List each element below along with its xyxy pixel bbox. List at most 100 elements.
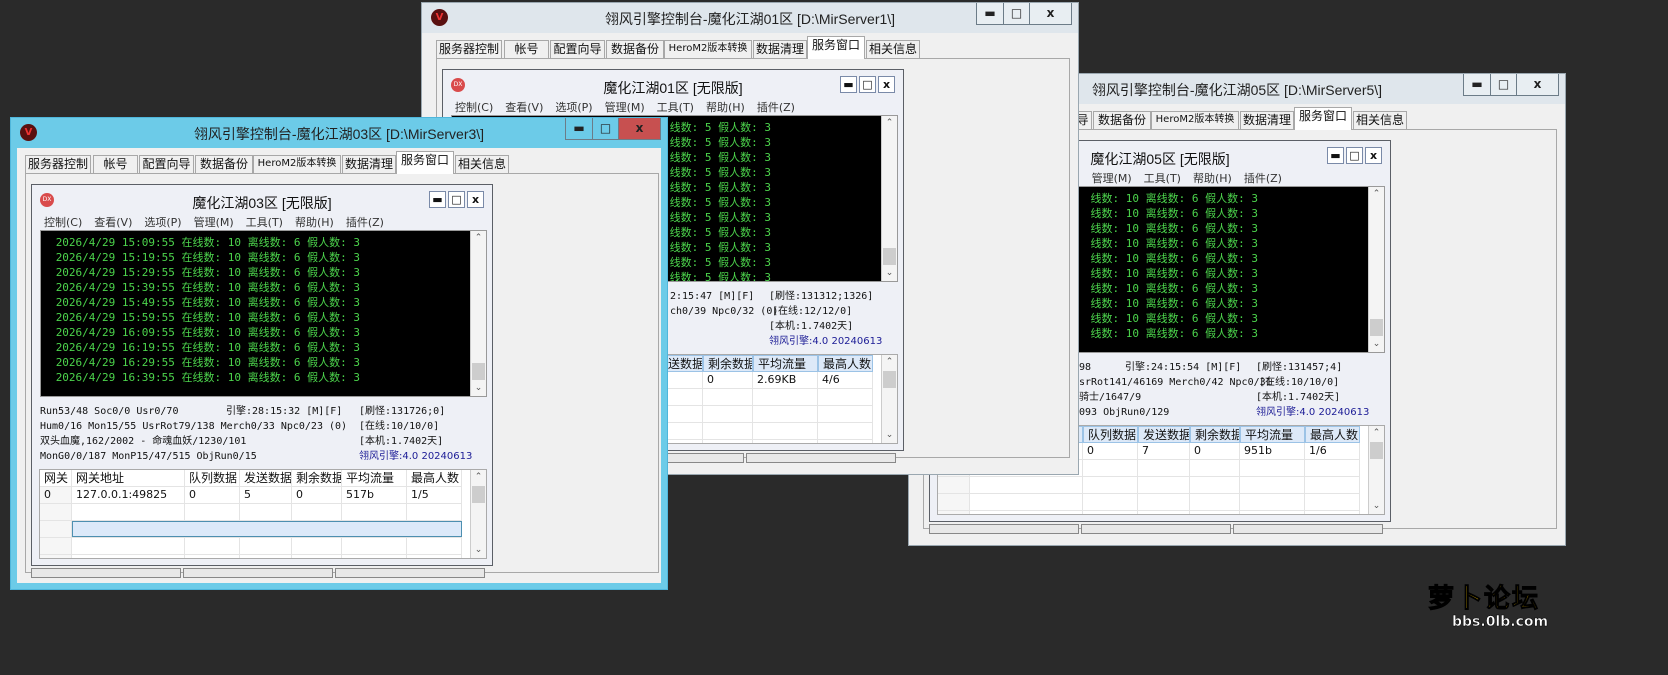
minimized-window[interactable] xyxy=(1081,524,1231,534)
service-maximize-button[interactable]: □ xyxy=(859,76,876,93)
log-scrollbar[interactable]: ⌃ ⌄ xyxy=(1368,187,1384,352)
table-row-cell[interactable]: 2.69KB xyxy=(753,372,818,389)
scroll-thumb[interactable] xyxy=(472,363,485,380)
table-empty-cell[interactable] xyxy=(342,555,407,558)
table-header-cell[interactable]: 发送数据 xyxy=(1138,426,1190,443)
scroll-up-arrow-icon[interactable]: ⌃ xyxy=(882,116,897,131)
service-close-button[interactable]: x xyxy=(878,76,895,93)
scroll-up-arrow-icon[interactable]: ⌃ xyxy=(1369,426,1384,441)
scroll-down-arrow-icon[interactable]: ⌄ xyxy=(471,381,486,396)
table-empty-cell[interactable] xyxy=(407,538,462,555)
table-header-cell[interactable]: 网关 xyxy=(40,470,72,487)
table-empty-cell[interactable] xyxy=(1083,477,1138,494)
scroll-thumb[interactable] xyxy=(883,248,896,265)
table-empty-cell[interactable] xyxy=(1190,460,1240,477)
tab-4[interactable]: HeroM2版本转换 xyxy=(1151,111,1239,129)
table-empty-cell[interactable] xyxy=(753,406,818,423)
table-header-cell[interactable]: 剩余数据 xyxy=(703,355,753,372)
service-minimize-button[interactable]: ▬ xyxy=(840,76,857,93)
table-empty-cell[interactable] xyxy=(292,538,342,555)
table-empty-cell[interactable] xyxy=(970,477,1083,494)
menu-item-3[interactable]: 管理(M) xyxy=(605,99,645,115)
menu-item-0[interactable]: 控制(C) xyxy=(455,99,493,115)
table-empty-cell[interactable] xyxy=(1138,460,1190,477)
table-row-cell[interactable]: 0 xyxy=(703,372,753,389)
table-empty-cell[interactable] xyxy=(185,504,240,521)
tab-0[interactable]: 服务器控制 xyxy=(436,40,502,58)
table-empty-cell[interactable] xyxy=(185,538,240,555)
close-button[interactable]: x xyxy=(618,118,660,139)
table-header-cell[interactable]: 剩余数据 xyxy=(1190,426,1240,443)
minimized-window[interactable] xyxy=(31,568,181,578)
service-minimize-button[interactable]: ▬ xyxy=(429,191,446,208)
scroll-thumb[interactable] xyxy=(883,371,896,388)
scroll-thumb[interactable] xyxy=(472,486,485,503)
close-button[interactable]: x xyxy=(1029,3,1071,24)
tab-4[interactable]: HeroM2版本转换 xyxy=(664,40,752,58)
table-row-cell[interactable]: 1/5 xyxy=(407,487,462,504)
scroll-down-arrow-icon[interactable]: ⌄ xyxy=(1369,499,1384,514)
service-maximize-button[interactable]: □ xyxy=(1346,147,1363,164)
table-empty-cell[interactable] xyxy=(970,511,1083,514)
tab-6[interactable]: 服务窗口 xyxy=(396,151,454,174)
tab-4[interactable]: HeroM2版本转换 xyxy=(253,155,341,173)
scroll-down-arrow-icon[interactable]: ⌄ xyxy=(1369,337,1384,352)
table-scrollbar[interactable]: ⌃ ⌄ xyxy=(881,355,897,443)
table-row-cell[interactable]: 127.0.0.1:49825 xyxy=(72,487,185,504)
table-empty-cell[interactable] xyxy=(240,538,292,555)
maximize-button[interactable]: □ xyxy=(1003,3,1029,24)
menu-item-3[interactable]: 管理(M) xyxy=(194,214,234,230)
table-empty-cell[interactable] xyxy=(1305,460,1360,477)
table-empty-cell[interactable] xyxy=(292,555,342,558)
table-empty-cell[interactable] xyxy=(938,494,970,511)
scroll-thumb[interactable] xyxy=(1370,442,1383,459)
tab-5[interactable]: 数据清理 xyxy=(1240,111,1294,129)
minimize-button[interactable]: ▬ xyxy=(977,3,1003,24)
table-empty-cell[interactable] xyxy=(1240,460,1305,477)
menu-item-4[interactable]: 工具(T) xyxy=(1144,170,1181,186)
table-empty-cell[interactable] xyxy=(407,555,462,558)
table-empty-cell[interactable] xyxy=(753,440,818,443)
table-header-cell[interactable]: 最高人数 xyxy=(818,355,873,372)
table-empty-cell[interactable] xyxy=(703,440,753,443)
menu-item-6[interactable]: 插件(Z) xyxy=(757,99,795,115)
table-empty-cell[interactable] xyxy=(72,538,185,555)
tab-3[interactable]: 数据备份 xyxy=(195,155,253,173)
table-empty-cell[interactable] xyxy=(1305,477,1360,494)
table-row-cell[interactable]: 0 xyxy=(1190,443,1240,460)
table-empty-cell[interactable] xyxy=(1305,511,1360,514)
tab-7[interactable]: 相关信息 xyxy=(866,40,920,58)
menu-item-3[interactable]: 管理(M) xyxy=(1092,170,1132,186)
tab-0[interactable]: 服务器控制 xyxy=(25,155,91,173)
scroll-down-arrow-icon[interactable]: ⌄ xyxy=(471,543,486,558)
table-row-cell[interactable]: 951b xyxy=(1240,443,1305,460)
table-empty-cell[interactable] xyxy=(703,423,753,440)
minimized-window[interactable] xyxy=(335,568,485,578)
table-empty-cell[interactable] xyxy=(938,511,970,514)
menu-item-1[interactable]: 查看(V) xyxy=(505,99,543,115)
table-header-cell[interactable]: 队列数据 xyxy=(185,470,240,487)
menu-item-5[interactable]: 帮助(H) xyxy=(706,99,745,115)
menu-item-2[interactable]: 选项(P) xyxy=(555,99,592,115)
table-empty-cell[interactable] xyxy=(240,504,292,521)
maximize-button[interactable]: □ xyxy=(592,118,618,139)
table-empty-cell[interactable] xyxy=(1138,494,1190,511)
tab-1[interactable]: 帐号 xyxy=(93,155,138,173)
tab-1[interactable]: 帐号 xyxy=(504,40,549,58)
table-empty-cell[interactable] xyxy=(1240,511,1305,514)
scroll-up-arrow-icon[interactable]: ⌃ xyxy=(471,231,486,246)
table-empty-cell[interactable] xyxy=(818,440,873,443)
menu-item-4[interactable]: 工具(T) xyxy=(246,214,283,230)
table-row-cell[interactable]: 5 xyxy=(240,487,292,504)
table-header-cell[interactable]: 队列数据 xyxy=(1083,426,1138,443)
tab-6[interactable]: 服务窗口 xyxy=(807,36,865,59)
table-empty-cell[interactable] xyxy=(1305,494,1360,511)
table-empty-cell[interactable] xyxy=(72,555,185,558)
table-empty-cell[interactable] xyxy=(1240,477,1305,494)
minimize-button[interactable]: ▬ xyxy=(1464,74,1490,95)
minimized-window[interactable] xyxy=(929,524,1079,534)
log-scrollbar[interactable]: ⌃ ⌄ xyxy=(470,231,486,396)
tab-5[interactable]: 数据清理 xyxy=(342,155,396,173)
table-row-cell[interactable]: 517b xyxy=(342,487,407,504)
tab-6[interactable]: 服务窗口 xyxy=(1294,107,1352,130)
